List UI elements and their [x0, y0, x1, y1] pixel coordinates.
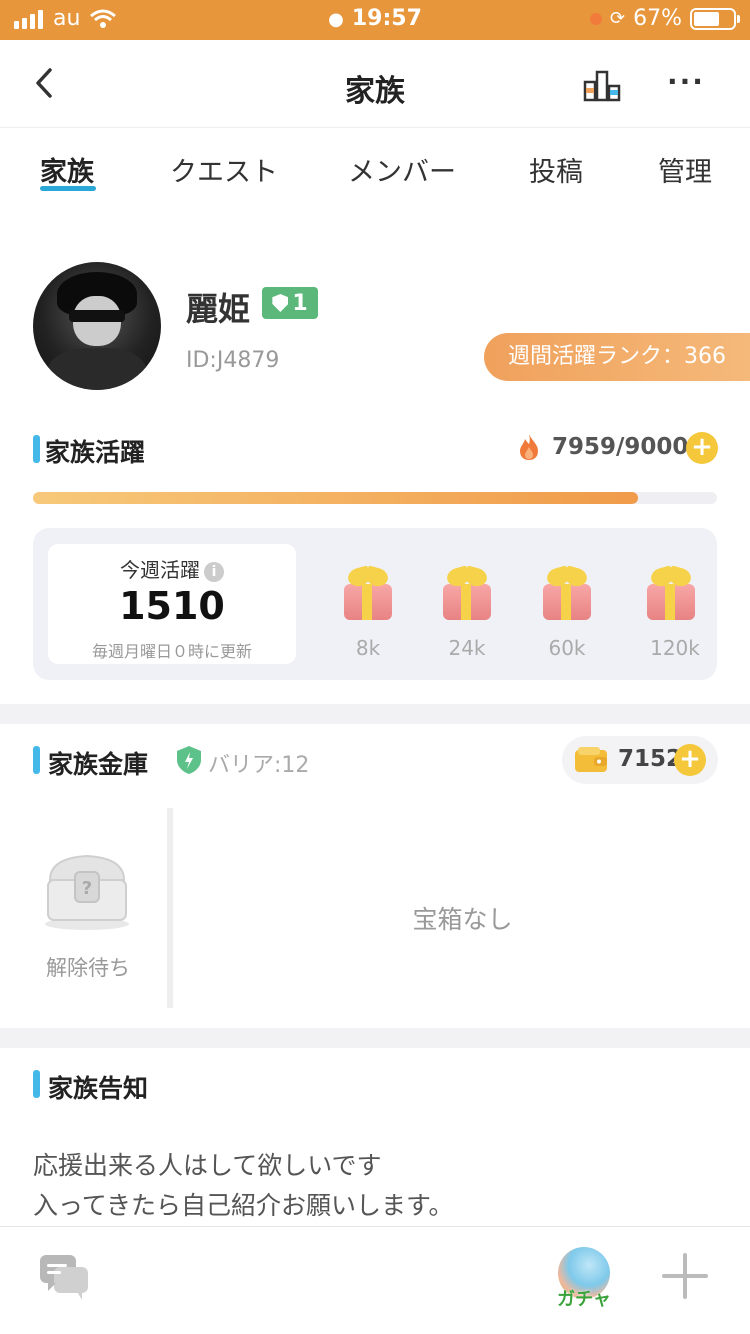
battery-icon — [690, 7, 740, 30]
reward-tier-label: 8k — [355, 636, 381, 660]
tab-quest[interactable]: クエスト — [170, 150, 278, 189]
vault-divider — [167, 808, 173, 1008]
ranking-icon[interactable] — [582, 68, 622, 102]
wallet-icon — [575, 747, 607, 772]
add-coins-button[interactable]: + — [674, 744, 706, 776]
section-divider — [0, 704, 750, 724]
chat-icon[interactable] — [38, 1253, 90, 1301]
vault-coin-value: 7152 — [618, 746, 683, 772]
battery-percent: 67% — [633, 6, 682, 31]
activity-progress-fill — [33, 492, 638, 504]
tab-active-indicator — [40, 186, 96, 191]
section-divider — [0, 1028, 750, 1048]
section-marker — [33, 435, 40, 463]
weekly-activity-card: 今週活躍 i 1510 毎週月曜日０時に更新 — [48, 544, 296, 664]
bottom-bar: ガチャ — [0, 1226, 750, 1334]
section-marker — [33, 1070, 40, 1098]
family-id: ID:J4879 — [186, 348, 280, 373]
add-activity-button[interactable]: + — [686, 432, 718, 464]
mic-icon: ● — [328, 9, 344, 30]
reward-tier-label: 24k — [448, 636, 486, 660]
weekly-rank-badge[interactable]: 週間活躍ランク：366 — [484, 333, 750, 381]
weekly-activity-label-row: 今週活躍 i — [48, 554, 296, 583]
info-icon[interactable]: i — [204, 562, 224, 582]
status-right: ⟳ 67% — [590, 6, 740, 31]
vault-section-title: 家族金庫 — [48, 750, 149, 779]
empty-chest-text: 宝箱なし — [412, 905, 513, 934]
gacha-button[interactable]: ガチャ — [554, 1247, 614, 1311]
level-value: 1 — [292, 290, 308, 316]
activity-points: 7959/9000 — [552, 434, 689, 460]
barrier-count: バリア:12 — [208, 753, 310, 778]
locked-chest-icon[interactable]: ? — [44, 852, 130, 930]
notice-text: 応援出来る人はして欲しいです 入ってきたら自己紹介お願いします。 — [33, 1151, 454, 1220]
status-bar: au ● 19:57 ⟳ 67% — [0, 0, 750, 40]
tab-manage[interactable]: 管理 — [658, 150, 712, 189]
chest-status-label: 解除待ち — [46, 956, 130, 980]
tab-bar: 家族 クエスト メンバー 投稿 管理 — [0, 128, 750, 208]
reward-tier-label: 120k — [650, 636, 700, 660]
weekly-reward-panel: 今週活躍 i 1510 毎週月曜日０時に更新 8k 24k 60k 120k — [33, 528, 717, 680]
avatar[interactable] — [33, 262, 161, 390]
more-button[interactable]: ··· — [664, 68, 708, 98]
rotation-lock-icon: ⟳ — [610, 8, 626, 29]
plus-icon[interactable] — [662, 1253, 708, 1299]
tab-members[interactable]: メンバー — [348, 150, 456, 189]
activity-section-title: 家族活躍 — [45, 438, 146, 467]
svg-text:?: ? — [82, 878, 92, 899]
family-name: 麗姫 — [186, 290, 251, 328]
weekly-update-note: 毎週月曜日０時に更新 — [91, 642, 252, 661]
notice-section-title: 家族告知 — [48, 1074, 149, 1103]
level-badge: 1 — [262, 287, 318, 319]
gacha-label: ガチャ — [557, 1289, 611, 1310]
reward-tier-label: 60k — [548, 636, 586, 660]
section-marker — [33, 746, 40, 774]
weekly-activity-label: 今週活躍 — [120, 558, 200, 582]
flame-icon — [520, 434, 538, 460]
page-title: 家族 — [345, 74, 405, 109]
tab-posts[interactable]: 投稿 — [529, 150, 583, 189]
shield-icon — [272, 294, 289, 312]
recording-dot-icon — [590, 12, 602, 25]
barrier-shield-icon — [177, 746, 201, 774]
weekly-activity-value: 1510 — [119, 584, 225, 628]
time-label: 19:57 — [351, 6, 422, 31]
nav-bar: 家族 ··· — [0, 40, 750, 128]
activity-progress-bar — [33, 492, 717, 504]
tab-family[interactable]: 家族 — [40, 150, 94, 189]
